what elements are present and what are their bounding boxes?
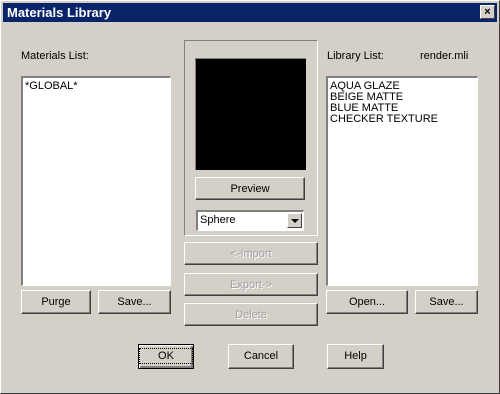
close-icon[interactable]: × bbox=[480, 5, 495, 19]
list-item[interactable]: CHECKER TEXTURE bbox=[330, 114, 475, 125]
materials-listbox[interactable]: *GLOBAL* bbox=[21, 76, 171, 286]
shape-select[interactable]: Sphere bbox=[196, 210, 304, 231]
materials-save-button[interactable]: Save... bbox=[98, 290, 171, 314]
preview-button[interactable]: Preview bbox=[195, 177, 305, 200]
materials-list-label: Materials List: bbox=[21, 50, 89, 62]
help-button[interactable]: Help bbox=[327, 344, 384, 369]
purge-button[interactable]: Purge bbox=[21, 290, 91, 314]
window-title: Materials Library bbox=[7, 5, 112, 20]
ok-button-label: OK bbox=[139, 348, 193, 364]
title-bar: Materials Library × bbox=[3, 3, 497, 22]
materials-library-dialog: Materials Library × Materials List: *GLO… bbox=[0, 0, 500, 394]
delete-button[interactable]: Delete bbox=[184, 303, 318, 326]
list-item[interactable]: *GLOBAL* bbox=[25, 81, 168, 92]
export-button[interactable]: Export-> bbox=[184, 273, 318, 296]
chevron-down-icon[interactable] bbox=[287, 213, 302, 228]
library-save-button[interactable]: Save... bbox=[415, 290, 478, 314]
preview-sample bbox=[195, 58, 306, 170]
import-button[interactable]: <-Import bbox=[184, 242, 318, 265]
shape-select-value: Sphere bbox=[200, 214, 236, 226]
library-open-button[interactable]: Open... bbox=[326, 290, 408, 314]
cancel-button[interactable]: Cancel bbox=[228, 344, 294, 369]
ok-button[interactable]: OK bbox=[138, 344, 194, 369]
library-listbox[interactable]: AQUA GLAZE BEIGE MATTE BLUE MATTE CHECKE… bbox=[326, 76, 478, 286]
library-list-label: Library List: bbox=[327, 50, 384, 62]
library-filename: render.mli bbox=[420, 50, 469, 62]
